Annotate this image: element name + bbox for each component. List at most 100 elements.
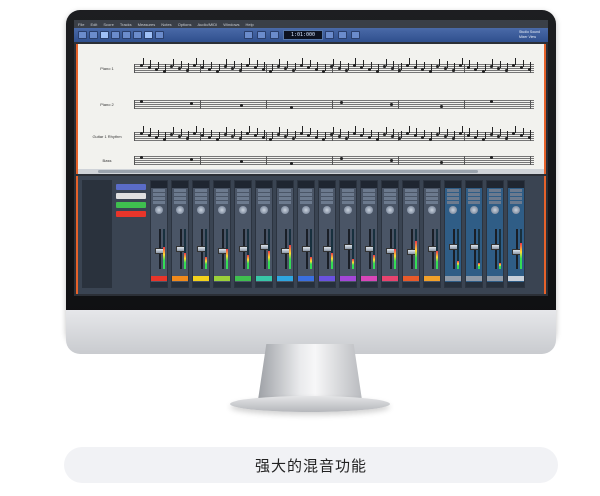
channel-output[interactable] — [235, 282, 251, 287]
pan-knob[interactable] — [407, 206, 415, 214]
insert-slot[interactable] — [468, 197, 480, 200]
insert-slot[interactable] — [489, 197, 501, 200]
insert-slot[interactable] — [321, 197, 333, 200]
channel-color-strip[interactable] — [361, 276, 377, 281]
insert-slot[interactable] — [174, 193, 186, 196]
pan-knob[interactable] — [386, 206, 394, 214]
insert-slot[interactable] — [300, 201, 312, 204]
channel-output[interactable] — [508, 282, 524, 287]
channel-color-strip[interactable] — [151, 276, 167, 281]
insert-slot[interactable] — [510, 193, 522, 196]
channel-output[interactable] — [214, 282, 230, 287]
channel-output[interactable] — [319, 282, 335, 287]
insert-slot[interactable] — [195, 189, 207, 192]
channel-output[interactable] — [361, 282, 377, 287]
insert-slot[interactable] — [258, 197, 270, 200]
note[interactable] — [190, 102, 193, 105]
insert-slot[interactable] — [237, 189, 249, 192]
note[interactable] — [340, 157, 343, 160]
channel-header[interactable] — [256, 181, 272, 188]
menu-item[interactable]: Notes — [161, 22, 171, 27]
note[interactable] — [240, 104, 243, 107]
routing-slot[interactable] — [116, 202, 146, 208]
insert-slot[interactable] — [321, 189, 333, 192]
loop-button[interactable] — [338, 31, 347, 39]
note[interactable] — [490, 100, 493, 103]
menu-item[interactable]: Windows — [223, 22, 239, 27]
channel-color-strip[interactable] — [403, 276, 419, 281]
pan-knob[interactable] — [197, 206, 205, 214]
note[interactable] — [440, 105, 443, 108]
insert-slot[interactable] — [363, 201, 375, 204]
insert-slot[interactable] — [195, 193, 207, 196]
routing-slot[interactable] — [116, 193, 146, 199]
note[interactable] — [390, 159, 393, 162]
channel-header[interactable] — [235, 181, 251, 188]
channel-output[interactable] — [298, 282, 314, 287]
insert-slot[interactable] — [321, 201, 333, 204]
insert-slot[interactable] — [195, 197, 207, 200]
insert-slot[interactable] — [468, 193, 480, 196]
insert-slot[interactable] — [426, 201, 438, 204]
insert-slot[interactable] — [447, 189, 459, 192]
note[interactable] — [140, 100, 143, 103]
insert-slot[interactable] — [342, 201, 354, 204]
menu-item[interactable]: Tracks — [120, 22, 132, 27]
pan-knob[interactable] — [428, 206, 436, 214]
insert-slot[interactable] — [195, 201, 207, 204]
pan-knob[interactable] — [155, 206, 163, 214]
pan-knob[interactable] — [302, 206, 310, 214]
channel-output[interactable] — [193, 282, 209, 287]
channel-header[interactable] — [382, 181, 398, 188]
insert-slot[interactable] — [384, 189, 396, 192]
menu-item[interactable]: Measures — [138, 22, 156, 27]
channel-output[interactable] — [487, 282, 503, 287]
channel-output[interactable] — [172, 282, 188, 287]
note[interactable] — [190, 158, 193, 161]
metronome-button[interactable] — [351, 31, 360, 39]
insert-slot[interactable] — [174, 197, 186, 200]
insert-slot[interactable] — [384, 193, 396, 196]
insert-slot[interactable] — [258, 193, 270, 196]
pan-knob[interactable] — [239, 206, 247, 214]
channel-output[interactable] — [424, 282, 440, 287]
channel-color-strip[interactable] — [319, 276, 335, 281]
insert-slot[interactable] — [153, 197, 165, 200]
channel-header[interactable] — [340, 181, 356, 188]
channel-output[interactable] — [277, 282, 293, 287]
insert-slot[interactable] — [489, 193, 501, 196]
insert-slot[interactable] — [258, 201, 270, 204]
pan-knob[interactable] — [176, 206, 184, 214]
pan-knob[interactable] — [365, 206, 373, 214]
insert-slot[interactable] — [279, 197, 291, 200]
insert-slot[interactable] — [405, 189, 417, 192]
score-scrollbar[interactable] — [78, 169, 544, 174]
channel-output[interactable] — [403, 282, 419, 287]
insert-slot[interactable] — [426, 197, 438, 200]
channel-output[interactable] — [382, 282, 398, 287]
tool-button[interactable] — [111, 31, 120, 39]
pan-knob[interactable] — [449, 206, 457, 214]
insert-slot[interactable] — [321, 193, 333, 196]
insert-slot[interactable] — [468, 201, 480, 204]
insert-slot[interactable] — [300, 197, 312, 200]
insert-slot[interactable] — [300, 193, 312, 196]
insert-slot[interactable] — [447, 197, 459, 200]
insert-slot[interactable] — [153, 189, 165, 192]
record-button[interactable] — [325, 31, 334, 39]
insert-slot[interactable] — [279, 201, 291, 204]
channel-output[interactable] — [340, 282, 356, 287]
insert-slot[interactable] — [384, 197, 396, 200]
note[interactable] — [140, 156, 143, 159]
insert-slot[interactable] — [216, 189, 228, 192]
view-option[interactable]: Studio Sound — [519, 30, 540, 34]
insert-slot[interactable] — [468, 189, 480, 192]
insert-slot[interactable] — [363, 197, 375, 200]
note[interactable] — [390, 103, 393, 106]
channel-color-strip[interactable] — [214, 276, 230, 281]
channel-header[interactable] — [508, 181, 524, 188]
channel-color-strip[interactable] — [235, 276, 251, 281]
channel-color-strip[interactable] — [256, 276, 272, 281]
pan-knob[interactable] — [344, 206, 352, 214]
pan-knob[interactable] — [260, 206, 268, 214]
